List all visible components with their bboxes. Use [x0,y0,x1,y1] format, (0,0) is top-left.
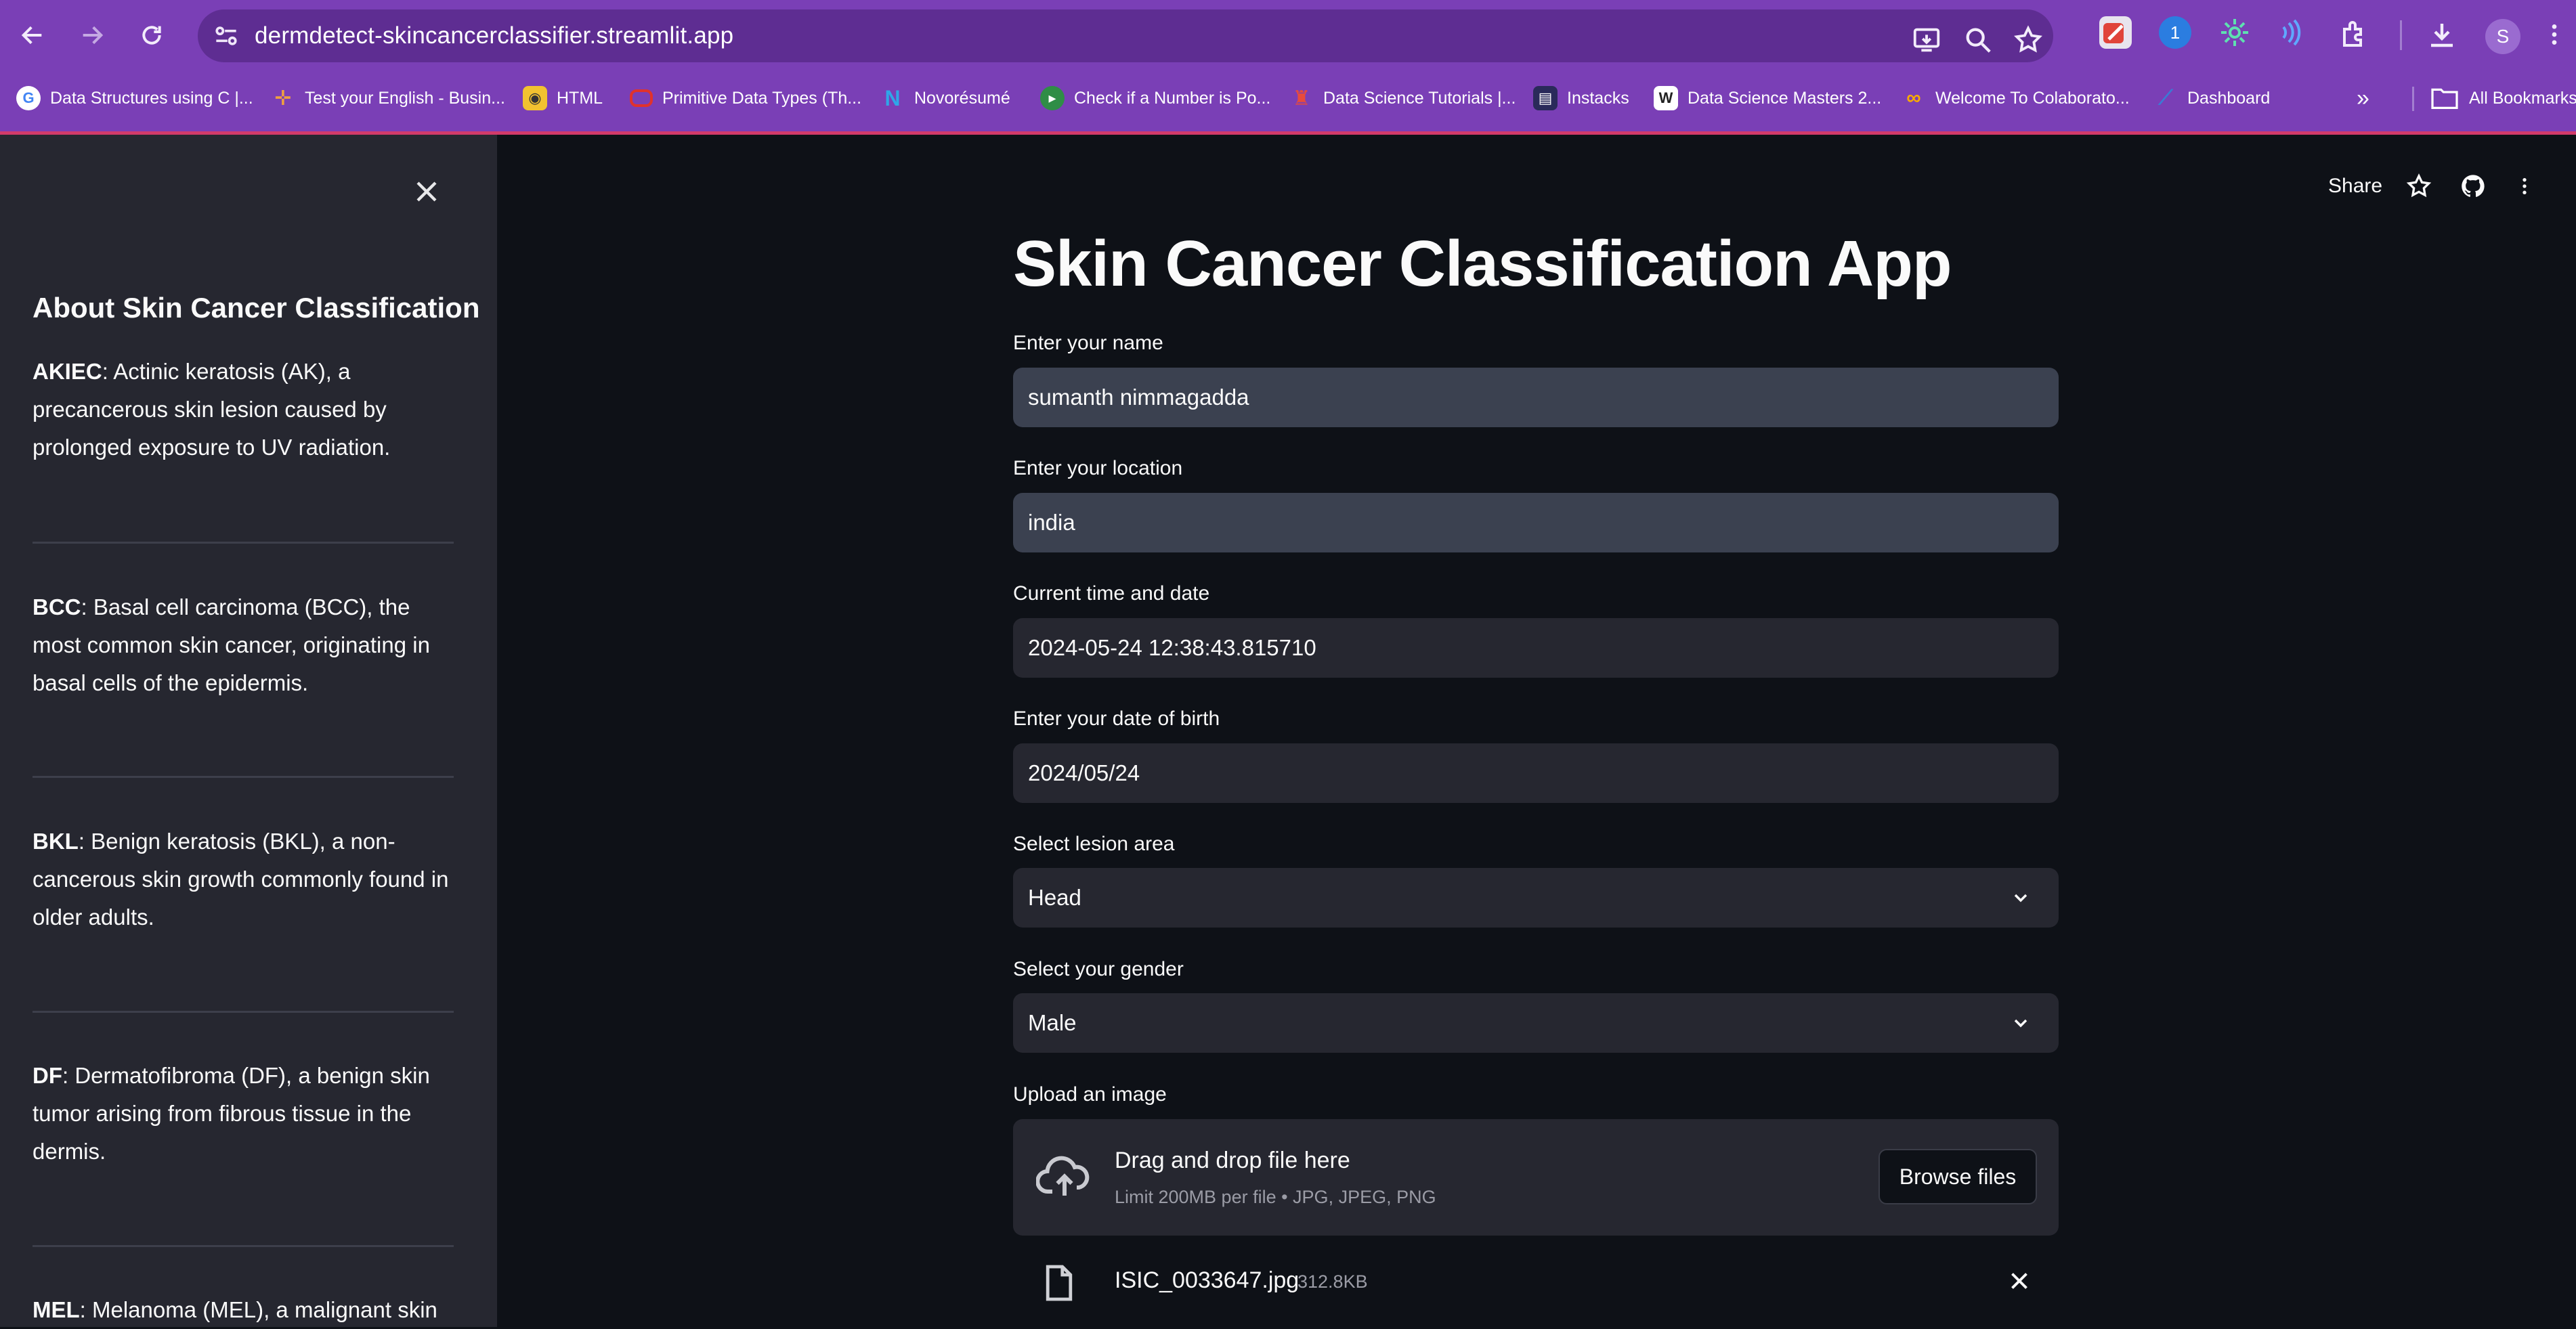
leetcode-icon: ⟋ [2158,87,2173,109]
site-settings-icon[interactable] [211,21,241,51]
uploaded-file-row: ISIC_0033647.jpg 312.8KB [1013,1246,2059,1313]
sidebar-item-akiec: AKIEC: Actinic keratosis (AK), a precanc… [33,359,391,460]
chevron-down-icon[interactable] [2010,887,2032,909]
close-sidebar-icon[interactable] [409,174,444,209]
bookmark-item[interactable]: ▤ Instacks [1533,84,1629,112]
gender-select[interactable]: Male [1013,993,2059,1053]
bookmarks-separator [2412,87,2414,111]
datetime-field[interactable]: 2024-05-24 12:38:43.815710 [1013,618,2059,678]
bookmark-item[interactable]: ◉ HTML [523,84,603,112]
reload-icon [142,26,161,45]
bookmark-item[interactable]: ✛ Test your English - Busin... [271,84,505,112]
dropzone-text: Drag and drop file here [1115,1148,1350,1173]
zoom-icon[interactable] [1962,24,1994,56]
bookmark-item[interactable]: N Novorésumé [880,84,1010,112]
address-bar[interactable]: dermdetect-skincancerclassifier.streamli… [198,9,2053,62]
bookmark-item[interactable]: ⟋ Dashboard [2153,84,2271,112]
divider [33,542,454,544]
sidebar-item-bkl: BKL: Benign keratosis (BKL), a non-cance… [33,829,449,930]
more-bookmarks-button[interactable]: » [2357,84,2369,112]
extension-badge-icon[interactable]: 1 [2159,16,2191,49]
github-icon[interactable] [2460,173,2487,200]
colab-icon: ∞ [1906,87,1921,109]
datetime-label: Current time and date [1013,582,1210,605]
arrow-right-icon [83,26,104,45]
dropzone-limit: Limit 200MB per file • JPG, JPEG, PNG [1115,1187,1436,1207]
bookmark-item[interactable]: ∞ Welcome To Colaborato... [1902,84,2129,112]
reload-button[interactable] [133,16,171,54]
sidebar-item-mel: MEL: Melanoma (MEL), a malignant skin [33,1297,437,1322]
dob-date-input[interactable]: 2024/05/24 [1013,743,2059,803]
remove-file-icon[interactable] [2007,1269,2032,1293]
browser-chrome: dermdetect-skincancerclassifier.streamli… [0,0,2576,135]
google-icon: G [16,86,41,110]
file-size: 312.8KB [1297,1271,1368,1292]
app-menu-icon[interactable] [2514,173,2535,200]
download-icon[interactable] [2426,18,2458,51]
html-icon: ◉ [523,86,547,110]
extension-waves-icon[interactable] [2273,16,2305,49]
novoresume-icon: N [884,85,901,110]
bookmark-item[interactable]: W Data Science Masters 2... [1654,84,1881,112]
browser-menu-icon[interactable] [2541,18,2568,51]
page-title: Skin Cancer Classification App [1013,227,1952,300]
install-app-icon[interactable] [1911,24,1942,56]
gender-label: Select your gender [1013,958,1184,980]
sidebar: About Skin Cancer Classification AKIEC: … [0,135,497,1327]
arrow-left-icon [21,26,42,45]
cloud-upload-icon [1036,1156,1090,1196]
file-icon [1046,1265,1073,1301]
folder-icon [2431,88,2458,110]
flame-icon: ♜ [1292,87,1311,110]
instacks-icon: ▤ [1533,86,1558,110]
extension-icon[interactable] [2099,16,2132,49]
extensions-puzzle-icon[interactable] [2338,18,2370,51]
profile-avatar[interactable]: S [2485,19,2520,54]
bookmarks-bar: G Data Structures using C |... ✛ Test your… [0,76,2576,121]
chevron-down-icon[interactable] [2010,1012,2032,1034]
sidebar-item-df: DF: Dermatofibroma (DF), a benign skin t… [33,1063,430,1164]
bookmark-star-icon[interactable] [2013,24,2044,56]
upload-label: Upload an image [1013,1083,1167,1106]
bookmark-item[interactable]: ▸ Check if a Number is Po... [1040,84,1270,112]
location-label: Enter your location [1013,457,1183,479]
forward-button[interactable] [73,16,111,54]
gfg-icon: ▸ [1040,86,1065,110]
extension-gear-icon[interactable] [2218,16,2251,49]
divider [33,1011,454,1013]
sidebar-item-bcc: BCC: Basal cell carcinoma (BCC), the mos… [33,594,430,695]
pw-icon: W [1654,86,1678,110]
toolbar-separator [2400,20,2402,50]
bookmark-item[interactable]: Primitive Data Types (Th... [630,84,861,112]
sidebar-title: About Skin Cancer Classification [33,292,480,324]
all-bookmarks-button[interactable]: All Bookmarks [2430,84,2576,112]
dob-label: Enter your date of birth [1013,707,1220,730]
divider [33,1245,454,1247]
oracle-icon [630,89,653,107]
name-input[interactable]: sumanth nimmagadda [1013,368,2059,427]
lesion-select[interactable]: Head [1013,868,2059,928]
share-button[interactable]: Share [2328,175,2382,198]
file-name: ISIC_0033647.jpg [1115,1267,1300,1293]
url-text[interactable]: dermdetect-skincancerclassifier.streamli… [255,9,733,62]
browser-toolbar: dermdetect-skincancerclassifier.streamli… [0,0,2576,72]
name-label: Enter your name [1013,332,1163,354]
back-button[interactable] [14,16,51,54]
star-icon[interactable] [2405,173,2432,200]
file-dropzone[interactable]: Drag and drop file here Limit 200MB per … [1013,1119,2059,1236]
divider [33,776,454,778]
browse-files-button[interactable]: Browse files [1879,1149,2037,1204]
bookmark-item[interactable]: ♜ Data Science Tutorials |... [1289,84,1516,112]
bookmark-item[interactable]: G Data Structures using C |... [16,84,253,112]
lesion-label: Select lesion area [1013,833,1175,855]
cross-icon: ✛ [274,87,292,110]
location-input[interactable]: india [1013,493,2059,552]
